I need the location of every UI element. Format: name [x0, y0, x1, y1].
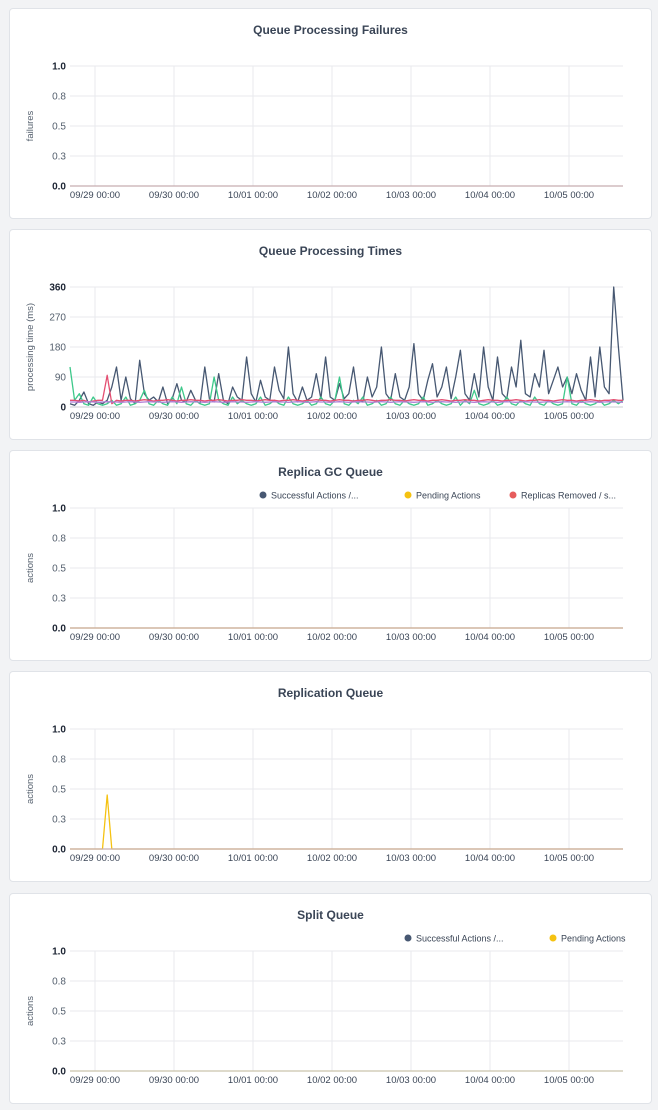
- chart-svg: 360 270 180 90 0 09/29 00:00 09/30 00:00 10/01 …: [25, 283, 624, 422]
- y-tick-label: 0.8: [52, 977, 66, 988]
- y-tick-label: 0.3: [52, 152, 66, 163]
- y-tick-label: 360: [49, 283, 66, 294]
- legend-swatch: [404, 491, 412, 499]
- chart-svg: Pending Actions Successful Actions /... 1.…: [25, 934, 626, 1087]
- x-tick-label: 10/03 00:00: [386, 1075, 436, 1086]
- y-tick-label: 90: [55, 373, 67, 384]
- y-tick-label: 0.8: [52, 534, 66, 545]
- x-tick-label: 10/04 00:00: [465, 1075, 515, 1086]
- x-tick-label: 10/04 00:00: [465, 190, 515, 201]
- x-tick-label: 10/05 00:00: [544, 853, 594, 864]
- series-line[interactable]: [69, 286, 624, 406]
- series-line[interactable]: [70, 794, 623, 850]
- legend-label[interactable]: Pending Actions: [416, 491, 481, 501]
- x-tick-label: 09/29 00:00: [70, 411, 120, 422]
- chart-legend: Pending Actions Successful Actions /...: [404, 934, 626, 944]
- x-tick-label: 10/01 00:00: [228, 411, 278, 422]
- y-tick-label: 0.5: [52, 1007, 66, 1018]
- x-tick-label: 10/02 00:00: [307, 632, 357, 643]
- y-tick-label: 1.0: [52, 62, 66, 73]
- chart-card: Replication Queue 1.0 0.8 0.5 0.3 0.0 09/29 00…: [9, 671, 652, 882]
- x-tick-label: 10/04 00:00: [465, 853, 515, 864]
- x-tick-label: 10/01 00:00: [228, 190, 278, 201]
- y-axis-label: actions: [25, 774, 36, 804]
- x-tick-label: 09/29 00:00: [70, 853, 120, 864]
- x-tick-label: 09/30 00:00: [149, 853, 199, 864]
- y-tick-label: 0.3: [52, 594, 66, 605]
- x-tick-label: 10/02 00:00: [307, 853, 357, 864]
- y-tick-label: 0.8: [52, 755, 66, 766]
- x-tick-label: 09/30 00:00: [149, 411, 199, 422]
- x-tick-label: 10/03 00:00: [386, 411, 436, 422]
- x-tick-label: 09/30 00:00: [149, 632, 199, 643]
- x-tick-label: 10/05 00:00: [544, 632, 594, 643]
- x-tick-label: 09/30 00:00: [149, 190, 199, 201]
- chart-svg: 1.0 0.8 0.5 0.3 0.0 09/29 00:00 09/30 00:00 10/…: [25, 62, 623, 201]
- legend-swatch: [404, 934, 412, 942]
- y-tick-label: 0.0: [52, 182, 66, 193]
- y-tick-label: 180: [49, 343, 66, 354]
- x-tick-label: 09/29 00:00: [70, 632, 120, 643]
- chart-card: Queue Processing Times 360 270 180 90 0 09/29 …: [9, 229, 652, 440]
- legend-label[interactable]: Replicas Removed / s...: [521, 491, 616, 501]
- x-tick-label: 10/03 00:00: [386, 632, 436, 643]
- y-tick-label: 1.0: [52, 725, 66, 736]
- y-axis-label: processing time (ms): [25, 303, 36, 391]
- y-tick-label: 0.3: [52, 815, 66, 826]
- y-tick-label: 1.0: [52, 947, 66, 958]
- y-tick-label: 0.5: [52, 785, 66, 796]
- x-tick-label: 09/29 00:00: [70, 190, 120, 201]
- y-tick-label: 0.5: [52, 122, 66, 133]
- legend-swatch: [509, 491, 517, 499]
- x-tick-label: 10/02 00:00: [307, 190, 357, 201]
- series-line[interactable]: [70, 401, 624, 403]
- y-tick-label: 0.0: [52, 624, 66, 635]
- x-tick-label: 10/02 00:00: [307, 1075, 357, 1086]
- x-tick-label: 10/04 00:00: [465, 632, 515, 643]
- y-tick-label: 0.5: [52, 564, 66, 575]
- y-tick-label: 270: [49, 313, 66, 324]
- y-tick-label: 0.8: [52, 92, 66, 103]
- y-tick-label: 0.0: [52, 1067, 66, 1078]
- x-tick-label: 10/05 00:00: [544, 1075, 594, 1086]
- y-axis-label: failures: [25, 110, 36, 141]
- x-tick-label: 10/03 00:00: [386, 853, 436, 864]
- x-tick-label: 09/30 00:00: [149, 1075, 199, 1086]
- y-axis-label: actions: [25, 996, 36, 1026]
- chart-card: Queue Processing Failures 1.0 0.8 0.5 0.3 0.0…: [9, 8, 652, 219]
- y-tick-label: 0.3: [52, 1037, 66, 1048]
- legend-swatch: [259, 491, 267, 499]
- y-tick-label: 0: [60, 403, 66, 414]
- chart-svg: 1.0 0.8 0.5 0.3 0.0 09/29 00:00 09/30 00:00 10/…: [25, 725, 623, 864]
- x-tick-label: 10/01 00:00: [228, 853, 278, 864]
- x-tick-label: 10/05 00:00: [544, 190, 594, 201]
- y-axis-label: actions: [25, 553, 36, 583]
- x-tick-label: 10/05 00:00: [544, 411, 594, 422]
- x-tick-label: 10/01 00:00: [228, 1075, 278, 1086]
- chart-legend: Replicas Removed / s... Pending Actions Su…: [259, 491, 616, 501]
- legend-label[interactable]: Successful Actions /...: [416, 934, 504, 944]
- chart-card: Split Queue Pending Actions Successful Act…: [9, 893, 652, 1104]
- x-tick-label: 10/03 00:00: [386, 190, 436, 201]
- legend-swatch: [549, 934, 557, 942]
- legend-label[interactable]: Pending Actions: [561, 934, 626, 944]
- legend-label[interactable]: Successful Actions /...: [271, 491, 359, 501]
- x-tick-label: 10/01 00:00: [228, 632, 278, 643]
- chart-svg: Replicas Removed / s... Pending Actions Su…: [25, 491, 623, 643]
- x-tick-label: 09/29 00:00: [70, 1075, 120, 1086]
- chart-card: Replica GC Queue Replicas Removed / s... P…: [9, 450, 652, 661]
- y-tick-label: 1.0: [52, 504, 66, 515]
- y-tick-label: 0.0: [52, 845, 66, 856]
- x-tick-label: 10/02 00:00: [307, 411, 357, 422]
- x-tick-label: 10/04 00:00: [465, 411, 515, 422]
